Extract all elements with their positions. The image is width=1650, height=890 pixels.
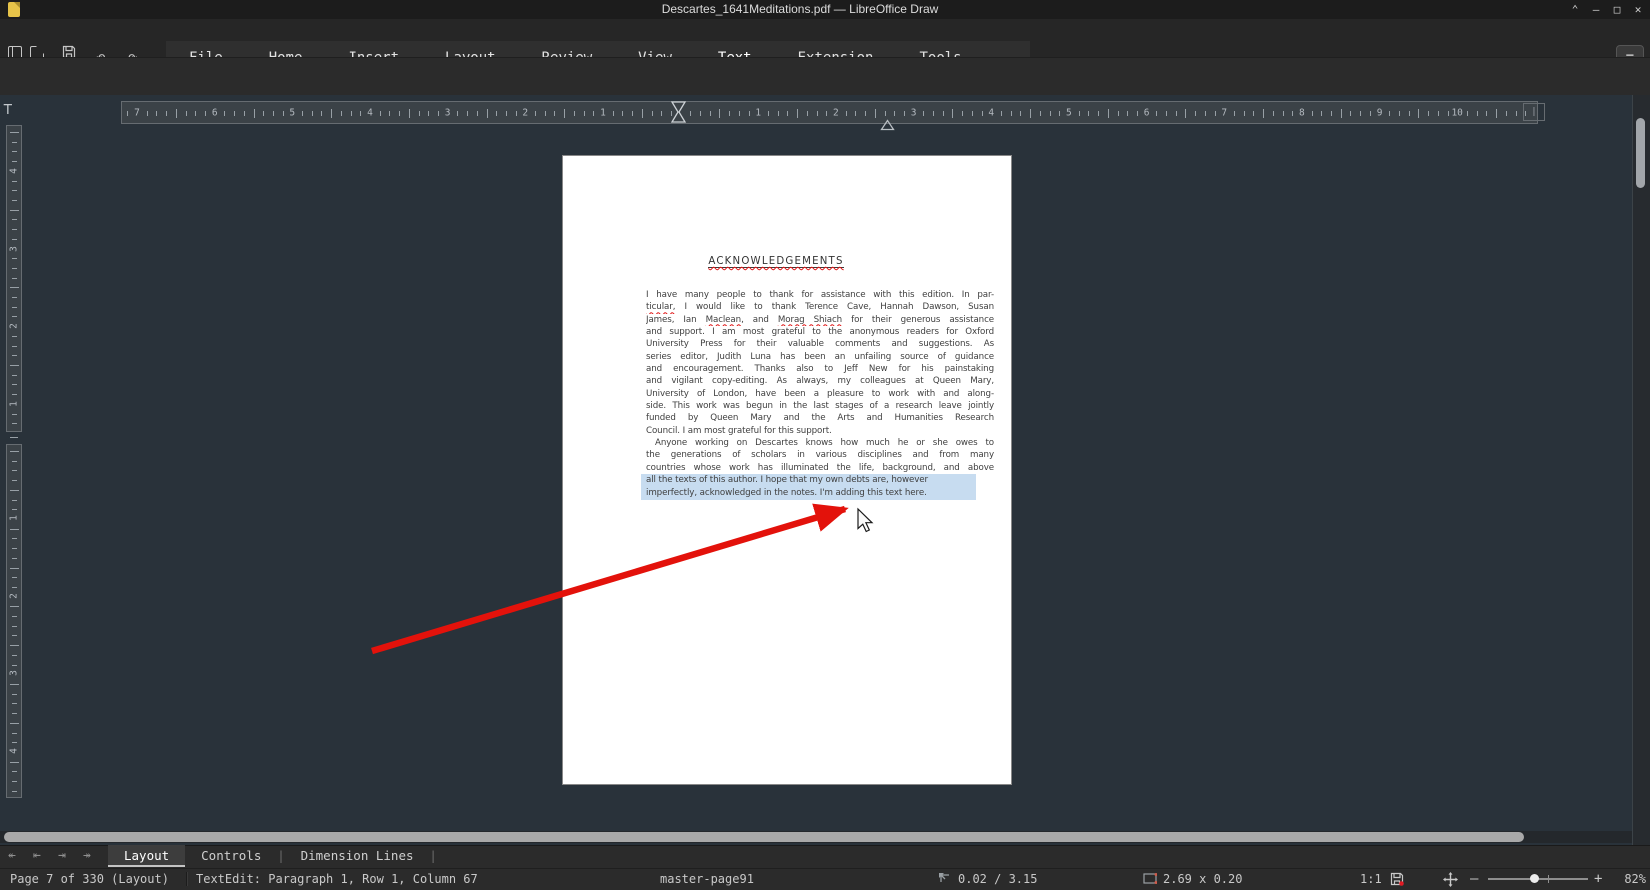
text-line[interactable]: University Press for their valuable comm… bbox=[646, 338, 994, 350]
ruler-number: 9 bbox=[1377, 107, 1383, 118]
ruler-number: 4 bbox=[9, 168, 20, 174]
unsaved-changes-icon[interactable] bbox=[1390, 872, 1404, 886]
ruler-number: 8 bbox=[1299, 107, 1305, 118]
ruler-number: 10 bbox=[1451, 107, 1462, 118]
text-line[interactable]: funded by Queen Mary and the Arts and Hu… bbox=[646, 412, 994, 424]
ruler-number: 1 bbox=[9, 515, 20, 521]
text-line[interactable]: and support. I am most grateful to the a… bbox=[646, 326, 994, 338]
minimize-button-icon[interactable]: – bbox=[1590, 0, 1602, 19]
text-line[interactable]: series editor, Judith Luna has been an u… bbox=[646, 351, 994, 363]
document-icon bbox=[8, 2, 20, 17]
ruler-end-marker: | bbox=[1523, 103, 1545, 121]
vertical-ruler-top[interactable]: 4 3 2 1 bbox=[6, 125, 22, 432]
nav-last-icon[interactable]: ⇥ bbox=[58, 845, 66, 867]
ruler-number: 4 bbox=[9, 748, 20, 754]
text-line[interactable]: side. This work was begun in the last st… bbox=[646, 400, 994, 412]
vertical-scrollbar[interactable] bbox=[1632, 95, 1650, 845]
ruler-number: 7 bbox=[134, 107, 140, 118]
layer-tab-dimension-lines[interactable]: Dimension Lines bbox=[285, 845, 430, 867]
text-line[interactable]: ticular, I would like to thank Terence C… bbox=[646, 301, 994, 313]
toolbar: ▾ ✂ I✕ Area None ▼ ▼ ⋮ Line ▾ ▼ bbox=[0, 57, 1650, 95]
page-info: Page 7 of 330 (Layout) bbox=[10, 868, 169, 890]
zoom-in-icon[interactable]: + bbox=[1594, 868, 1602, 890]
titlebar: Descartes_1641Meditations.pdf — LibreOff… bbox=[0, 0, 1650, 19]
document-page[interactable]: ACKNOWLEDGEMENTS I have many people to t… bbox=[562, 155, 1012, 785]
edit-info: TextEdit: Paragraph 1, Row 1, Column 67 bbox=[196, 868, 478, 890]
ruler-number: 4 bbox=[988, 107, 994, 118]
ruler-number: 3 bbox=[9, 246, 20, 252]
ruler-number: 3 bbox=[445, 107, 451, 118]
nav-previous-icon[interactable]: ↞ bbox=[8, 845, 16, 867]
ruler-number: 4 bbox=[367, 107, 373, 118]
shade-button-icon[interactable]: ⌃ bbox=[1569, 0, 1581, 19]
text-line[interactable]: Council. I am most grateful for this sup… bbox=[646, 425, 994, 437]
ruler-number: 1 bbox=[755, 107, 761, 118]
horizontal-scrollbar-thumb[interactable] bbox=[4, 832, 1524, 842]
master-page-name: master-page91 bbox=[660, 868, 754, 890]
cursor-position: 0.02 / 3.15 bbox=[958, 868, 1037, 890]
text-line[interactable]: Anyone working on Descartes knows how mu… bbox=[646, 437, 994, 449]
document-text-block[interactable]: I have many people to thank for assistan… bbox=[646, 289, 994, 499]
text-line[interactable]: countries whose work has illuminated the… bbox=[646, 462, 994, 474]
ruler-number: 2 bbox=[833, 107, 839, 118]
ruler-number: 5 bbox=[289, 107, 295, 118]
ruler-number: 1 bbox=[9, 401, 20, 407]
vertical-scrollbar-thumb[interactable] bbox=[1636, 118, 1645, 188]
ruler-number: 6 bbox=[212, 107, 218, 118]
ruler-cursor-marker[interactable] bbox=[671, 101, 687, 124]
ruler-number: 6 bbox=[1144, 107, 1150, 118]
window-title: Descartes_1641Meditations.pdf — LibreOff… bbox=[300, 0, 1300, 19]
zoom-percentage[interactable]: 82% bbox=[1612, 868, 1646, 890]
cursor-position-icon bbox=[938, 872, 951, 884]
ruler-gap-tick bbox=[10, 437, 18, 438]
ruler-number: 3 bbox=[9, 671, 20, 677]
zoom-slider-thumb[interactable] bbox=[1530, 874, 1539, 883]
ruler-number: 7 bbox=[1221, 107, 1227, 118]
text-line[interactable]: James, Ian Maclean, and Morag Shiach for… bbox=[646, 314, 994, 326]
text-line[interactable]: I have many people to thank for assistan… bbox=[646, 289, 994, 301]
nav-first-icon[interactable]: ⇤ bbox=[33, 845, 41, 867]
statusbar-divider bbox=[186, 872, 187, 886]
pan-tool-icon[interactable] bbox=[1443, 872, 1458, 887]
ruler-number: 3 bbox=[911, 107, 917, 118]
maximize-button-icon[interactable]: □ bbox=[1611, 0, 1623, 19]
vertical-ruler-bottom[interactable]: 1 2 3 4 bbox=[6, 444, 22, 798]
ruler-number: 2 bbox=[522, 107, 528, 118]
text-line[interactable]: and encouragement. Thanks also to Jeff N… bbox=[646, 363, 994, 375]
text-line[interactable]: and vigilant copy-editing. As always, my… bbox=[646, 375, 994, 387]
tab-separator: | bbox=[277, 845, 284, 867]
horizontal-ruler[interactable]: 7 6 5 4 3 2 1 1 2 3 4 5 6 7 8 9 10 bbox=[121, 101, 1538, 124]
scale-factor[interactable]: 1:1 bbox=[1360, 868, 1382, 890]
libreoffice-draw-window: Descartes_1641Meditations.pdf — LibreOff… bbox=[0, 0, 1650, 890]
ruler-number: 1 bbox=[600, 107, 606, 118]
zoom-detent-tick bbox=[1548, 875, 1549, 883]
ruler-number: 2 bbox=[9, 324, 20, 330]
ruler-number: 5 bbox=[1066, 107, 1072, 118]
window-controls: ⌃–□ ✕ bbox=[1569, 0, 1644, 19]
ruler-origin-icon: ⊤ bbox=[3, 99, 13, 118]
layer-tabs: LayoutControls|Dimension Lines| bbox=[108, 845, 437, 867]
object-size: 2.69 x 0.20 bbox=[1163, 868, 1242, 890]
object-size-icon bbox=[1143, 873, 1157, 884]
indent-marker[interactable] bbox=[880, 119, 895, 131]
menubar: ▾ ▾ ↶ ▾ ↷ ▾ FileHomeInsertLayoutReviewVi… bbox=[0, 19, 1650, 57]
text-line[interactable]: the generations of scholars in various d… bbox=[646, 449, 994, 461]
nav-next-icon[interactable]: ↠ bbox=[83, 845, 91, 867]
text-line[interactable]: University of London, have been a pleasu… bbox=[646, 388, 994, 400]
text-line[interactable]: all the texts of this author. I hope tha… bbox=[646, 474, 994, 486]
tab-separator: | bbox=[430, 845, 437, 867]
text-line[interactable]: imperfectly, acknowledged in the notes. … bbox=[646, 487, 994, 499]
document-heading[interactable]: ACKNOWLEDGEMENTS bbox=[649, 256, 903, 267]
layer-tab-layout[interactable]: Layout bbox=[108, 845, 185, 867]
ruler-number: 2 bbox=[9, 593, 20, 599]
layer-tab-controls[interactable]: Controls bbox=[185, 845, 277, 867]
zoom-out-icon[interactable]: – bbox=[1470, 868, 1478, 890]
close-button-icon[interactable]: ✕ bbox=[1632, 0, 1644, 19]
